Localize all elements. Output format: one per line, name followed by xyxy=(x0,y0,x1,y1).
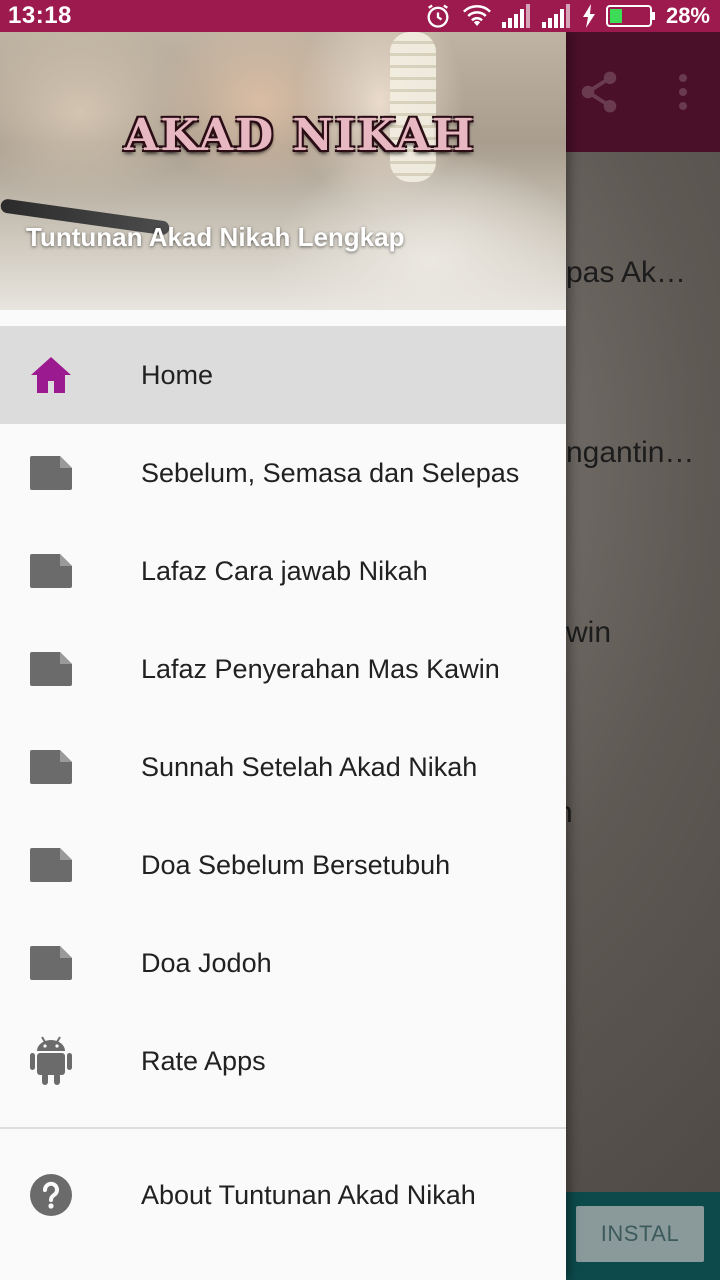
signal-icon xyxy=(501,4,532,28)
document-icon xyxy=(30,649,72,689)
menu-item-rate-apps[interactable]: Rate Apps xyxy=(0,1012,566,1110)
menu-item-label: Lafaz Cara jawab Nikah xyxy=(141,556,428,586)
document-icon xyxy=(30,943,72,983)
charging-icon xyxy=(582,4,596,28)
menu-item-lafaz-penyerahan-mas-kawin[interactable]: Lafaz Penyerahan Mas Kawin xyxy=(0,620,566,718)
menu-item-label: Home xyxy=(141,360,214,390)
menu-item-label: Doa Sebelum Bersetubuh xyxy=(141,850,451,880)
menu-item-label: Rate Apps xyxy=(141,1046,266,1076)
screen: 13:18 28% pas Ak… ngantin… win INSTAL AK… xyxy=(0,0,720,1280)
more-vert-icon[interactable] xyxy=(676,70,690,119)
signal-icon xyxy=(541,4,572,28)
menu-item-sebelum-semasa-selepas[interactable]: Sebelum, Semasa dan Selepas xyxy=(0,424,566,522)
navigation-drawer: AKAD NIKAH Tuntunan Akad Nikah Lengkap H… xyxy=(0,32,566,1280)
status-icons: 28% xyxy=(424,2,710,30)
menu-item-label: Sunnah Setelah Akad Nikah xyxy=(141,752,478,782)
drawer-header: AKAD NIKAH Tuntunan Akad Nikah Lengkap xyxy=(0,32,566,310)
drawer-subtitle: Tuntunan Akad Nikah Lengkap xyxy=(26,222,405,252)
document-icon xyxy=(30,551,72,591)
status-bar: 13:18 28% xyxy=(0,0,720,32)
drawer-menu: Home Sebelum, Semasa dan Selepas Lafaz C… xyxy=(0,326,566,1110)
install-button[interactable]: INSTAL xyxy=(576,1206,704,1262)
document-icon xyxy=(30,747,72,787)
share-icon[interactable] xyxy=(580,70,618,119)
menu-item-lafaz-cara-jawab-nikah[interactable]: Lafaz Cara jawab Nikah xyxy=(0,522,566,620)
android-icon xyxy=(30,1034,72,1086)
battery-icon xyxy=(605,4,656,28)
menu-item-doa-sebelum-bersetubuh[interactable]: Doa Sebelum Bersetubuh xyxy=(0,816,566,914)
menu-item-label: Sebelum, Semasa dan Selepas xyxy=(141,458,520,488)
drawer-title: AKAD NIKAH xyxy=(124,110,476,161)
menu-item-label: About Tuntunan Akad Nikah xyxy=(141,1180,476,1210)
menu-item-label: Lafaz Penyerahan Mas Kawin xyxy=(141,654,500,684)
menu-item-doa-jodoh[interactable]: Doa Jodoh xyxy=(0,914,566,1012)
home-icon xyxy=(30,355,72,395)
menu-divider xyxy=(0,1127,566,1129)
status-time: 13:18 xyxy=(8,2,72,29)
document-icon xyxy=(30,845,72,885)
alarm-icon xyxy=(424,2,452,30)
document-icon xyxy=(30,453,72,493)
menu-item-about[interactable]: About Tuntunan Akad Nikah xyxy=(0,1146,566,1244)
menu-item-label: Doa Jodoh xyxy=(141,948,272,978)
help-icon xyxy=(30,1173,72,1217)
wifi-icon xyxy=(462,3,492,29)
menu-item-home[interactable]: Home xyxy=(0,326,566,424)
menu-item-sunnah-setelah-akad-nikah[interactable]: Sunnah Setelah Akad Nikah xyxy=(0,718,566,816)
battery-percent: 28% xyxy=(665,3,710,28)
